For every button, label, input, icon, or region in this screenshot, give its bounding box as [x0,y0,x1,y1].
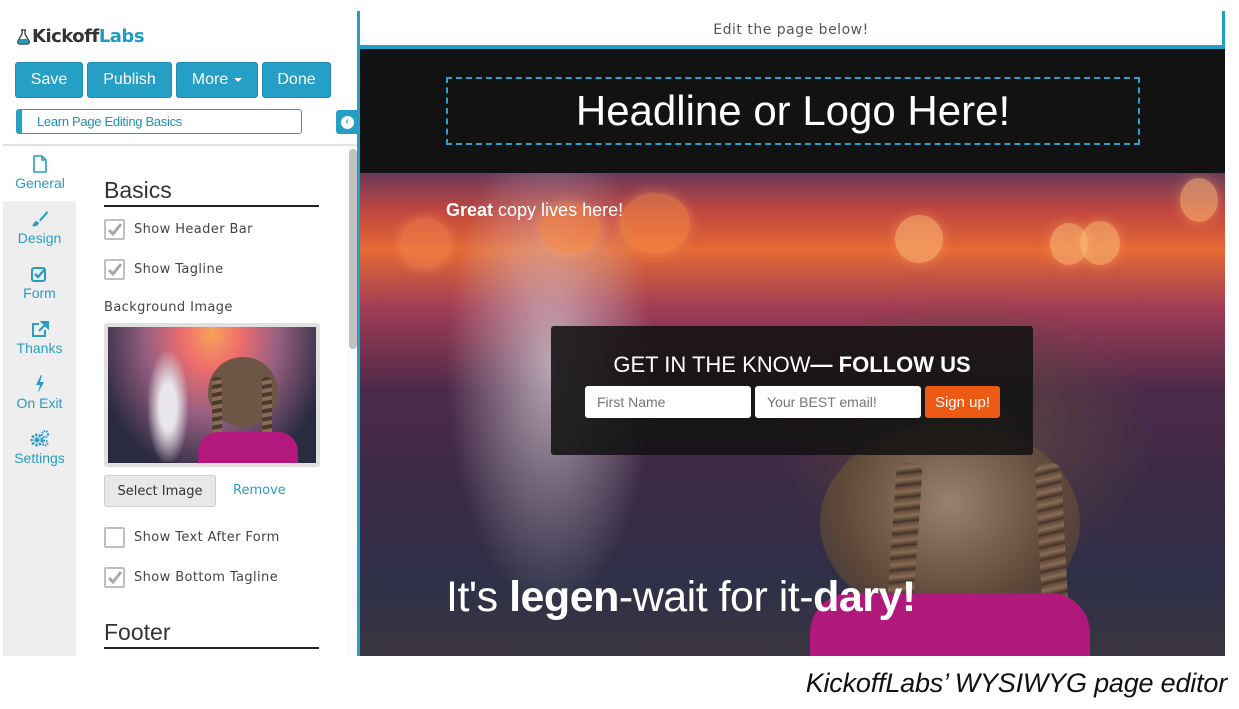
more-label: More [191,71,229,88]
form-title-regular: GET IN THE KNOW [613,352,811,377]
bokeh-light [1180,178,1218,222]
header-bar: Headline or Logo Here! [360,49,1225,173]
headline-editable[interactable]: Headline or Logo Here! [446,77,1140,145]
lightning-icon [35,374,45,394]
gears-icon [30,429,50,449]
save-label: Save [30,71,68,88]
bottom-tagline-bold: legen [509,573,619,621]
checkbox-icon [31,264,48,284]
sidebar-item-form[interactable]: Form [3,256,76,311]
sidebar-item-on-exit[interactable]: On Exit [3,366,76,421]
sidebar-item-general[interactable]: General [3,146,77,201]
bottom-tagline-part: It's [446,573,510,621]
checkbox[interactable] [104,219,125,240]
form-title-bold: FOLLOW US [838,352,971,377]
show-header-bar-checkbox[interactable]: Show Header Bar [104,219,253,240]
sidebar-item-label: Design [17,230,62,246]
background-image-preview [108,327,316,463]
show-bottom-tagline-checkbox[interactable]: Show Bottom Tagline [104,567,278,588]
file-icon [32,154,48,174]
form-title-dash: — [810,352,839,377]
form-title[interactable]: GET IN THE KNOW— FOLLOW US [551,352,1033,378]
top-tagline[interactable]: Great copy lives here! [446,200,623,221]
background-image-label: Background Image [104,300,233,315]
toolbar: Save Publish More Done [15,62,331,98]
bokeh-light [400,218,450,268]
bokeh-light [895,215,943,263]
learn-page-editing-link[interactable]: Learn Page Editing Basics [16,109,302,134]
external-link-icon [31,319,49,339]
sidebar-item-settings[interactable]: Settings [3,421,76,476]
email-input[interactable] [755,386,921,418]
sidebar-item-label: Thanks [16,340,63,356]
scrollbar-thumb[interactable] [349,149,357,349]
basics-heading: Basics [104,176,319,207]
checkbox-label: Show Text After Form [134,530,280,545]
checkmark-icon [107,263,122,277]
checkmark-icon [107,571,122,585]
edit-instruction: Edit the page below! [360,11,1225,49]
checkbox-label: Show Header Bar [134,222,253,237]
select-image-button[interactable]: Select Image [104,475,216,507]
logo-text-labs: Labs [98,26,145,47]
caret-down-icon [234,78,243,82]
sidebar-item-label: Form [23,285,56,301]
tagline-bold: Great [446,200,494,220]
image-caption: KickoffLabs’ WYSIWYG page editor [805,668,1227,698]
settings-content: Basics Show Header Bar Show Tagline Back… [76,146,346,656]
editor-panel: Kickoff Labs Save Publish More Done Learn… [3,0,359,656]
sidebar-item-label: General [15,175,65,191]
sidebar-item-design[interactable]: Design [3,201,76,256]
checkbox-label: Show Bottom Tagline [134,570,279,585]
more-dropdown-button[interactable]: More [176,62,258,98]
bottom-tagline-part: -wait for it- [618,573,814,621]
sidebar-item-label: Settings [14,450,65,466]
publish-label: Publish [103,71,156,88]
background-image-thumbnail [104,323,320,467]
sidebar-tabs: General Design Form Thanks On Exit Setti… [3,146,77,656]
checkbox[interactable] [104,527,125,548]
hero-section: Great copy lives here! GET IN THE KNOW— … [360,173,1225,656]
bottom-tagline[interactable]: It's legen-wait for it-dary! [446,573,916,622]
checkbox[interactable] [104,259,125,280]
remove-image-link[interactable]: Remove [233,483,286,498]
sign-up-button[interactable]: Sign up! [925,386,1000,418]
footer-heading: Footer [104,618,319,649]
flask-icon [17,28,30,45]
logo-text-kickoff: Kickoff [32,26,99,47]
bokeh-light [1080,221,1120,265]
bokeh-light [620,193,690,253]
done-label: Done [277,71,316,88]
bottom-tagline-bold: dary! [813,573,916,621]
show-text-after-form-checkbox[interactable]: Show Text After Form [104,527,280,548]
page-preview: Edit the page below! Headline or Logo He… [357,11,1225,656]
tagline-rest: copy lives here! [493,200,624,220]
signup-form: GET IN THE KNOW— FOLLOW US Sign up! [551,326,1033,455]
done-button[interactable]: Done [262,62,331,98]
sidebar-item-thanks[interactable]: Thanks [3,311,76,366]
first-name-input[interactable] [585,386,751,418]
sidebar-item-label: On Exit [16,395,63,411]
publish-button[interactable]: Publish [87,62,172,98]
kickofflabs-logo: Kickoff Labs [17,26,145,47]
chevron-left-icon: ‹ [340,115,354,129]
paintbrush-icon [31,209,49,229]
collapse-panel-button[interactable]: ‹ [336,110,358,134]
checkmark-icon [107,223,122,237]
checkbox-label: Show Tagline [134,262,224,277]
show-tagline-checkbox[interactable]: Show Tagline [104,259,223,280]
checkbox[interactable] [104,567,125,588]
save-button[interactable]: Save [15,62,83,98]
